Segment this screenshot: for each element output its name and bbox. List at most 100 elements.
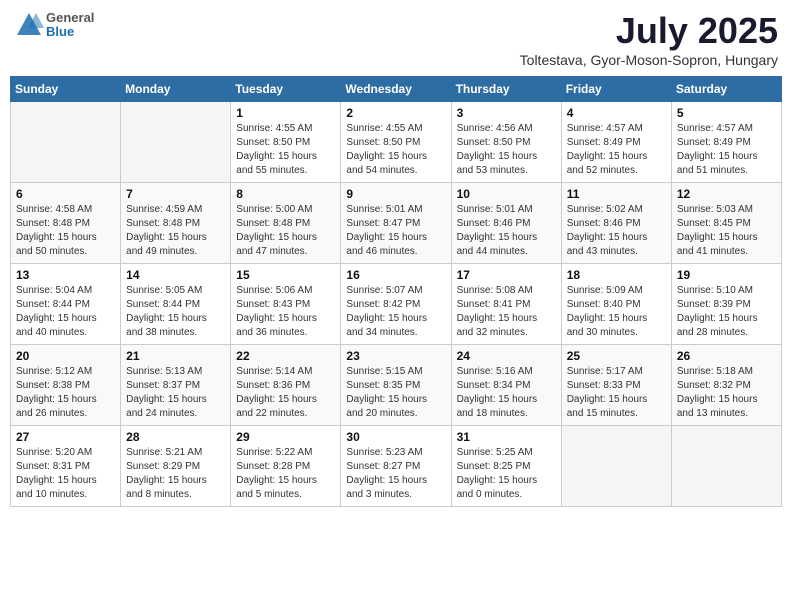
day-number: 5 (677, 106, 776, 120)
day-number: 12 (677, 187, 776, 201)
day-info: Sunrise: 5:04 AMSunset: 8:44 PMDaylight:… (16, 284, 115, 340)
day-info: Sunrise: 5:10 AMSunset: 8:39 PMDaylight:… (677, 284, 776, 340)
calendar-cell: 17Sunrise: 5:08 AMSunset: 8:41 PMDayligh… (451, 264, 561, 345)
day-number: 14 (126, 268, 225, 282)
calendar-cell (671, 426, 781, 507)
calendar-cell: 3 Sunrise: 4:56 AMSunset: 8:50 PMDaylight… (451, 102, 561, 183)
calendar-cell: 6 Sunrise: 4:58 AMSunset: 8:48 PMDaylight… (11, 183, 121, 264)
logo-general: General (46, 11, 94, 25)
day-info: Sunrise: 5:05 AMSunset: 8:44 PMDaylight:… (126, 284, 225, 340)
calendar-cell: 10 Sunrise: 5:01 AMSunset: 8:46 PMDayligh… (451, 183, 561, 264)
day-info: Sunrise: 5:06 AMSunset: 8:43 PMDaylight:… (236, 284, 335, 340)
day-info: Sunrise: 4:56 AMSunset: 8:50 PMDaylight:… (457, 122, 556, 178)
day-info: Sunrise: 5:07 AMSunset: 8:42 PMDaylight:… (346, 284, 445, 340)
day-info: Sunrise: 5:16 AMSunset: 8:34 PMDaylight:… (457, 365, 556, 421)
day-info: Sunrise: 5:18 AMSunset: 8:32 PMDaylight:… (677, 365, 776, 421)
calendar-cell: 31 Sunrise: 5:25 AMSunset: 8:25 PMDayligh… (451, 426, 561, 507)
calendar-cell: 30 Sunrise: 5:23 AMSunset: 8:27 PMDayligh… (341, 426, 451, 507)
day-number: 24 (457, 349, 556, 363)
calendar-cell: 27Sunrise: 5:20 AMSunset: 8:31 PMDayligh… (11, 426, 121, 507)
day-info: Sunrise: 5:12 AMSunset: 8:38 PMDaylight:… (16, 365, 115, 421)
day-number: 20 (16, 349, 115, 363)
calendar-cell (561, 426, 671, 507)
calendar-cell: 1 Sunrise: 4:55 AMSunset: 8:50 PMDaylight… (231, 102, 341, 183)
day-info: Sunrise: 4:58 AMSunset: 8:48 PMDaylight:… (16, 203, 115, 259)
calendar-cell: 28Sunrise: 5:21 AMSunset: 8:29 PMDayligh… (121, 426, 231, 507)
day-info: Sunrise: 5:15 AMSunset: 8:35 PMDaylight:… (346, 365, 445, 421)
day-info: Sunrise: 5:23 AMSunset: 8:27 PMDaylight:… (346, 446, 445, 502)
day-number: 21 (126, 349, 225, 363)
day-info: Sunrise: 5:03 AMSunset: 8:45 PMDaylight:… (677, 203, 776, 259)
calendar-cell: 11 Sunrise: 5:02 AMSunset: 8:46 PMDayligh… (561, 183, 671, 264)
day-info: Sunrise: 5:22 AMSunset: 8:28 PMDaylight:… (236, 446, 335, 502)
day-number: 7 (126, 187, 225, 201)
day-info: Sunrise: 5:14 AMSunset: 8:36 PMDaylight:… (236, 365, 335, 421)
day-info: Sunrise: 5:25 AMSunset: 8:25 PMDaylight:… (457, 446, 556, 502)
day-info: Sunrise: 4:57 AMSunset: 8:49 PMDaylight:… (677, 122, 776, 178)
day-number: 4 (567, 106, 666, 120)
day-number: 17 (457, 268, 556, 282)
day-number: 9 (346, 187, 445, 201)
calendar-table: SundayMondayTuesdayWednesdayThursdayFrid… (10, 76, 782, 507)
day-number: 25 (567, 349, 666, 363)
day-number: 3 (457, 106, 556, 120)
weekday-header-sunday: Sunday (11, 77, 121, 102)
day-number: 22 (236, 349, 335, 363)
calendar-cell: 22 Sunrise: 5:14 AMSunset: 8:36 PMDayligh… (231, 345, 341, 426)
calendar-cell: 9 Sunrise: 5:01 AMSunset: 8:47 PMDaylight… (341, 183, 451, 264)
calendar-cell: 5 Sunrise: 4:57 AMSunset: 8:49 PMDaylight… (671, 102, 781, 183)
day-info: Sunrise: 5:01 AMSunset: 8:46 PMDaylight:… (457, 203, 556, 259)
weekday-header-row: SundayMondayTuesdayWednesdayThursdayFrid… (11, 77, 782, 102)
day-info: Sunrise: 5:00 AMSunset: 8:48 PMDaylight:… (236, 203, 335, 259)
logo-blue: Blue (46, 25, 94, 39)
calendar-cell: 16 Sunrise: 5:07 AMSunset: 8:42 PMDayligh… (341, 264, 451, 345)
weekday-header-tuesday: Tuesday (231, 77, 341, 102)
calendar-cell: 4 Sunrise: 4:57 AMSunset: 8:49 PMDaylight… (561, 102, 671, 183)
calendar-cell: 19Sunrise: 5:10 AMSunset: 8:39 PMDayligh… (671, 264, 781, 345)
calendar-week-row: 13Sunrise: 5:04 AMSunset: 8:44 PMDayligh… (11, 264, 782, 345)
day-number: 10 (457, 187, 556, 201)
calendar-cell: 25 Sunrise: 5:17 AMSunset: 8:33 PMDayligh… (561, 345, 671, 426)
calendar-cell: 13Sunrise: 5:04 AMSunset: 8:44 PMDayligh… (11, 264, 121, 345)
weekday-header-friday: Friday (561, 77, 671, 102)
calendar-cell: 15 Sunrise: 5:06 AMSunset: 8:43 PMDayligh… (231, 264, 341, 345)
calendar-cell (121, 102, 231, 183)
day-info: Sunrise: 5:02 AMSunset: 8:46 PMDaylight:… (567, 203, 666, 259)
day-number: 15 (236, 268, 335, 282)
calendar-cell: 29Sunrise: 5:22 AMSunset: 8:28 PMDayligh… (231, 426, 341, 507)
logo: General Blue (14, 10, 94, 40)
day-info: Sunrise: 4:57 AMSunset: 8:49 PMDaylight:… (567, 122, 666, 178)
day-number: 1 (236, 106, 335, 120)
day-info: Sunrise: 4:55 AMSunset: 8:50 PMDaylight:… (236, 122, 335, 178)
calendar-week-row: 6 Sunrise: 4:58 AMSunset: 8:48 PMDaylight… (11, 183, 782, 264)
day-number: 8 (236, 187, 335, 201)
day-info: Sunrise: 5:01 AMSunset: 8:47 PMDaylight:… (346, 203, 445, 259)
day-number: 31 (457, 430, 556, 444)
day-info: Sunrise: 5:09 AMSunset: 8:40 PMDaylight:… (567, 284, 666, 340)
weekday-header-thursday: Thursday (451, 77, 561, 102)
day-number: 2 (346, 106, 445, 120)
day-info: Sunrise: 5:17 AMSunset: 8:33 PMDaylight:… (567, 365, 666, 421)
weekday-header-wednesday: Wednesday (341, 77, 451, 102)
day-number: 26 (677, 349, 776, 363)
calendar-week-row: 20 Sunrise: 5:12 AMSunset: 8:38 PMDayligh… (11, 345, 782, 426)
day-number: 30 (346, 430, 445, 444)
day-number: 6 (16, 187, 115, 201)
calendar-cell: 18 Sunrise: 5:09 AMSunset: 8:40 PMDayligh… (561, 264, 671, 345)
day-number: 27 (16, 430, 115, 444)
day-number: 18 (567, 268, 666, 282)
calendar-cell: 8 Sunrise: 5:00 AMSunset: 8:48 PMDaylight… (231, 183, 341, 264)
title-block: July 2025 Toltestava, Gyor-Moson-Sopron,… (520, 10, 778, 68)
page-header: General Blue July 2025 Toltestava, Gyor-… (10, 10, 782, 68)
day-info: Sunrise: 5:21 AMSunset: 8:29 PMDaylight:… (126, 446, 225, 502)
day-number: 23 (346, 349, 445, 363)
day-number: 11 (567, 187, 666, 201)
calendar-subtitle: Toltestava, Gyor-Moson-Sopron, Hungary (520, 52, 778, 68)
calendar-week-row: 1 Sunrise: 4:55 AMSunset: 8:50 PMDaylight… (11, 102, 782, 183)
calendar-cell: 26 Sunrise: 5:18 AMSunset: 8:32 PMDayligh… (671, 345, 781, 426)
calendar-cell: 2 Sunrise: 4:55 AMSunset: 8:50 PMDaylight… (341, 102, 451, 183)
day-number: 16 (346, 268, 445, 282)
day-info: Sunrise: 4:55 AMSunset: 8:50 PMDaylight:… (346, 122, 445, 178)
weekday-header-monday: Monday (121, 77, 231, 102)
day-info: Sunrise: 4:59 AMSunset: 8:48 PMDaylight:… (126, 203, 225, 259)
